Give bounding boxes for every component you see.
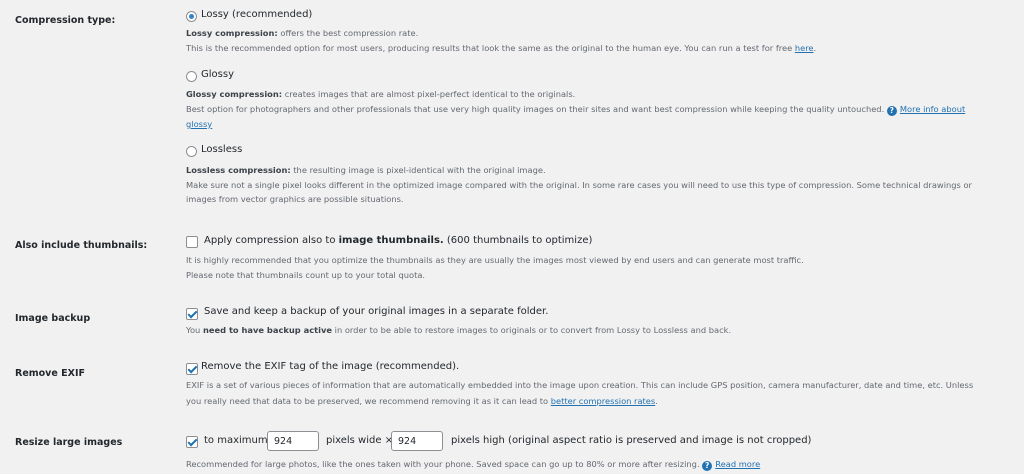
resize-height-input[interactable] <box>391 431 443 451</box>
glossy-description-2: Best option for photographers and other … <box>186 102 965 116</box>
resize-description: Recommended for large photos, like the o… <box>186 457 760 471</box>
exif-desc2-pre: you really need that data to be preserve… <box>186 396 551 406</box>
glossy-option-label[interactable]: Glossy <box>201 69 234 80</box>
lossy-description-2: This is the recommended option for most … <box>186 41 816 55</box>
better-compression-link[interactable]: better compression rates <box>551 396 655 406</box>
resize-width-input[interactable] <box>267 431 319 451</box>
thumbnails-label: Also include thumbnails: <box>15 240 148 251</box>
glossy-radio[interactable] <box>186 71 197 82</box>
resize-desc-text: Recommended for large photos, like the o… <box>186 459 700 469</box>
resize-label: Resize large images <box>15 437 123 448</box>
thumbnails-description-2: Please note that thumbnails count up to … <box>186 270 426 280</box>
glossy-desc2-text: Best option for photographers and other … <box>186 104 885 114</box>
lossy-desc-bold: Lossy compression: <box>186 28 278 38</box>
pixels-high-label: pixels high (original aspect ratio is pr… <box>451 435 812 446</box>
backup-checkbox[interactable] <box>186 308 198 320</box>
backup-desc-post: in order to be able to restore images to… <box>332 325 732 335</box>
to-maximum-label: to maximum <box>204 435 268 446</box>
lossless-description-2: Make sure not a single pixel looks diffe… <box>186 180 972 190</box>
lossy-description: Lossy compression: offers the best compr… <box>186 26 418 40</box>
backup-option[interactable]: Save and keep a backup of your original … <box>204 306 548 317</box>
lossy-desc2-text: This is the recommended option for most … <box>186 43 795 53</box>
exif-desc2-end: . <box>655 396 658 406</box>
exif-checkbox[interactable] <box>186 363 198 375</box>
read-more-link[interactable]: Read more <box>715 459 760 469</box>
lossless-description-3: images from vector graphics are possible… <box>186 194 404 204</box>
thumbnails-option[interactable]: Apply compression also to image thumbnai… <box>204 235 592 246</box>
more-info-glossy-link[interactable]: More info about <box>900 104 965 114</box>
compression-type-label: Compression type: <box>15 15 116 26</box>
more-info-glossy-link-2[interactable]: glossy <box>186 119 212 129</box>
lossless-desc-bold: Lossless compression: <box>186 165 291 175</box>
exif-description: EXIF is a set of various pieces of infor… <box>186 380 974 390</box>
glossy-link-continuation: glossy <box>186 117 212 131</box>
help-icon[interactable]: ? <box>702 461 713 471</box>
thumbnails-option-bold: image thumbnails. <box>338 235 444 246</box>
backup-description: You need to have backup active in order … <box>186 323 731 337</box>
lossy-desc2-end: . <box>813 43 817 53</box>
image-backup-label: Image backup <box>15 313 91 324</box>
test-here-link[interactable]: here <box>795 43 814 53</box>
thumbnails-description: It is highly recommended that you optimi… <box>186 255 804 265</box>
lossy-option-label[interactable]: Lossy (recommended) <box>201 9 312 20</box>
glossy-description: Glossy compression: creates images that … <box>186 87 575 101</box>
glossy-desc-rest: creates images that are almost pixel-per… <box>282 89 576 99</box>
backup-desc-pre: You <box>186 325 203 335</box>
lossy-radio[interactable] <box>186 11 197 22</box>
backup-desc-bold: need to have backup active <box>202 325 332 335</box>
lossless-radio[interactable] <box>186 146 197 157</box>
glossy-desc-bold: Glossy compression: <box>186 89 283 99</box>
lossy-desc-rest: offers the best compression rate. <box>277 28 419 38</box>
exif-option[interactable]: Remove the EXIF tag of the image (recomm… <box>201 361 459 372</box>
lossless-description: Lossless compression: the resulting imag… <box>186 163 546 177</box>
exif-description-2: you really need that data to be preserve… <box>186 394 658 408</box>
help-icon[interactable]: ? <box>886 106 897 116</box>
pixels-wide-label: pixels wide × <box>326 435 394 446</box>
lossless-desc-rest: the resulting image is pixel-identical w… <box>290 165 546 175</box>
lossless-option-label[interactable]: Lossless <box>201 144 242 155</box>
thumbnails-checkbox[interactable] <box>186 236 198 248</box>
remove-exif-label: Remove EXIF <box>15 368 85 379</box>
thumbnails-option-pre: Apply compression also to <box>204 235 339 246</box>
resize-checkbox[interactable] <box>186 436 198 448</box>
thumbnails-option-post: (600 thumbnails to optimize) <box>443 235 593 246</box>
